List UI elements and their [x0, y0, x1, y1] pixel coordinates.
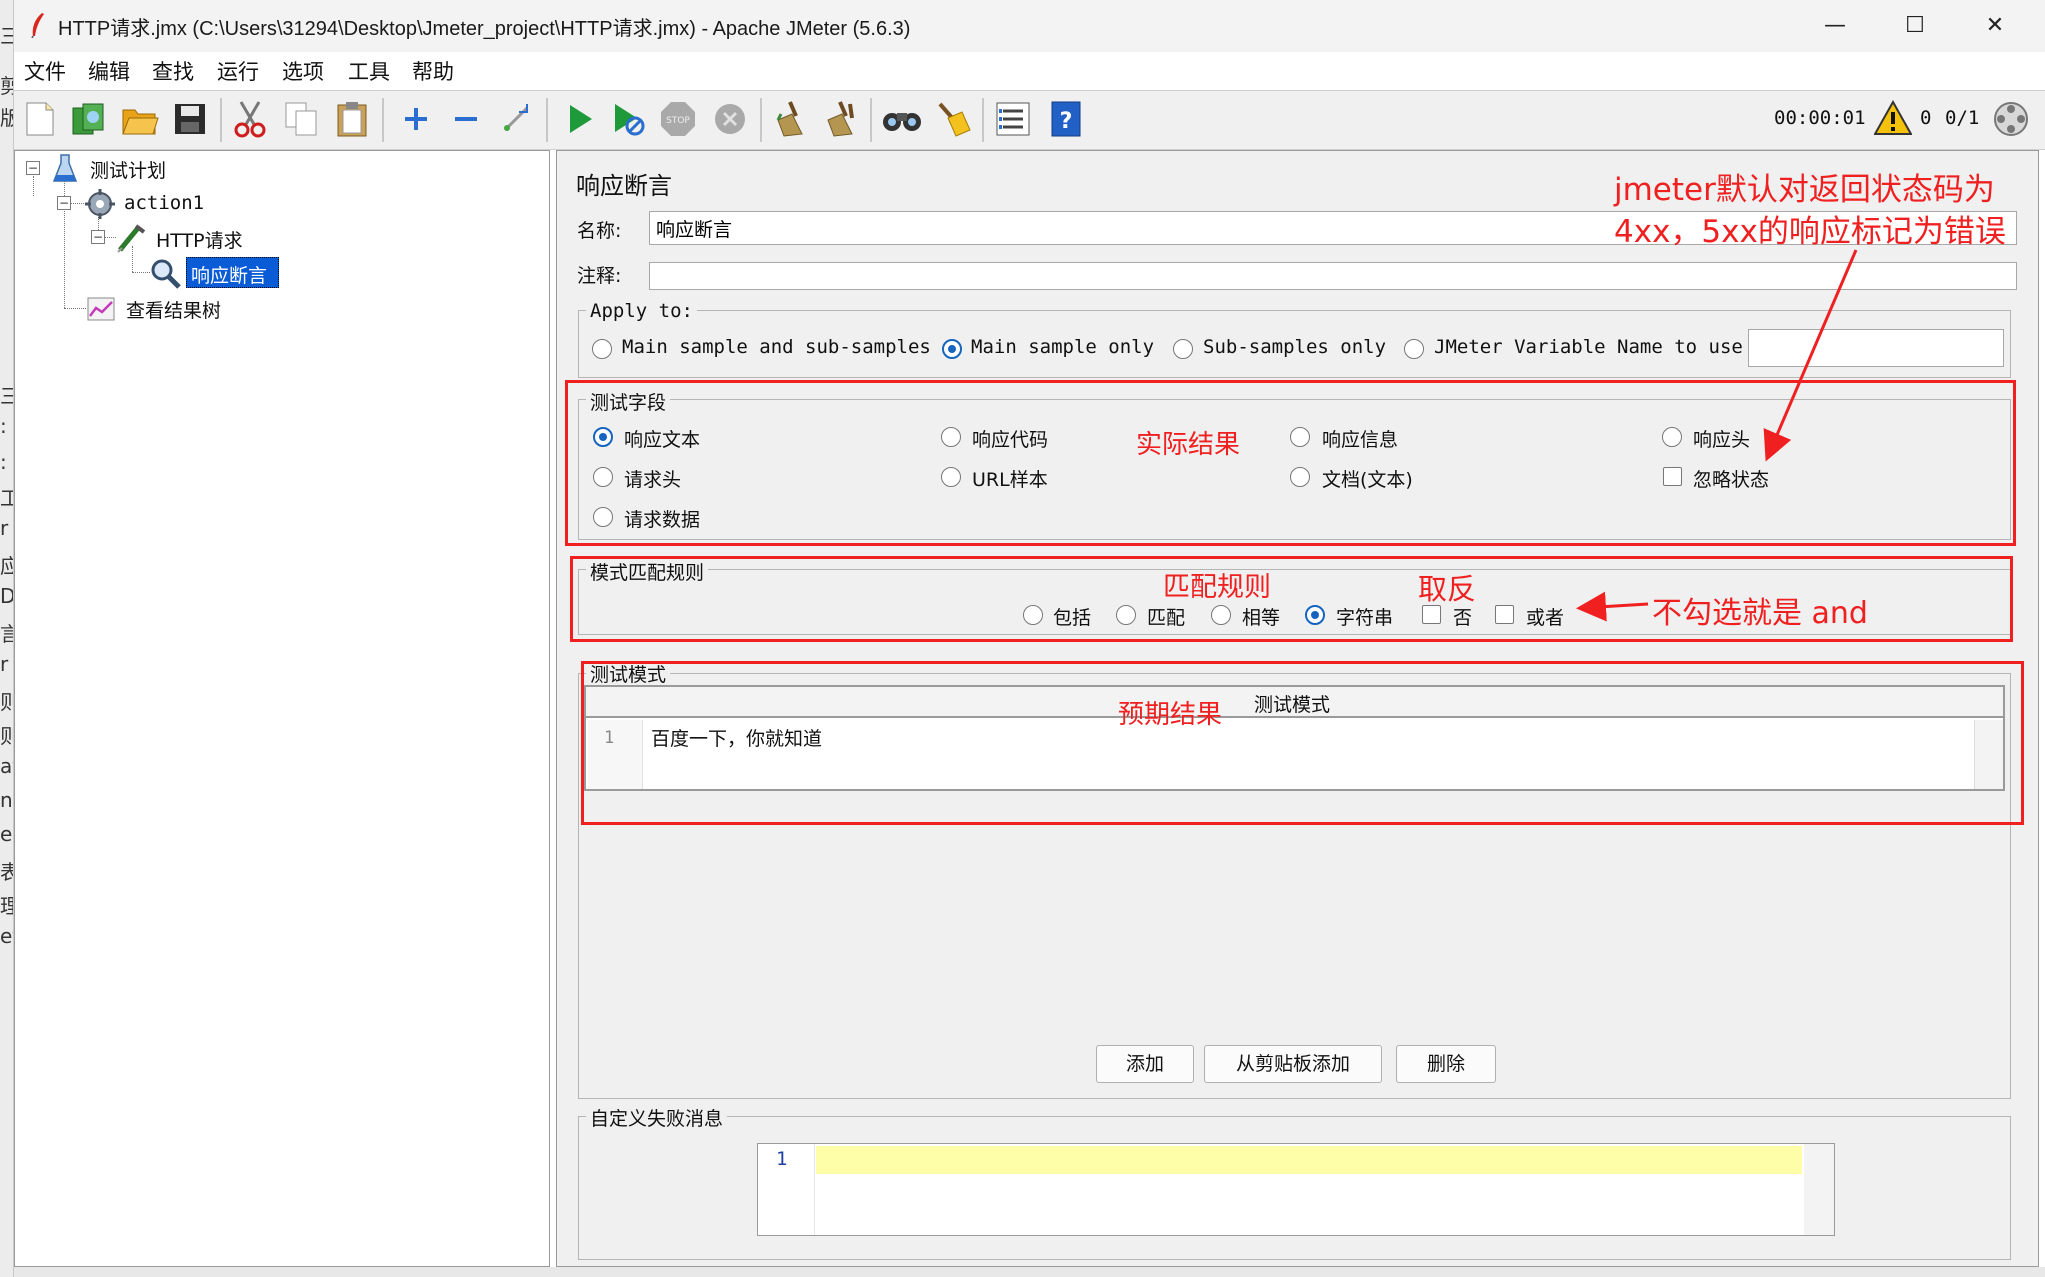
annotation-arrows [1576, 249, 1858, 622]
arrow-to-ignore-status [1763, 249, 1858, 462]
arrow-to-or-checkbox [1576, 591, 1649, 622]
